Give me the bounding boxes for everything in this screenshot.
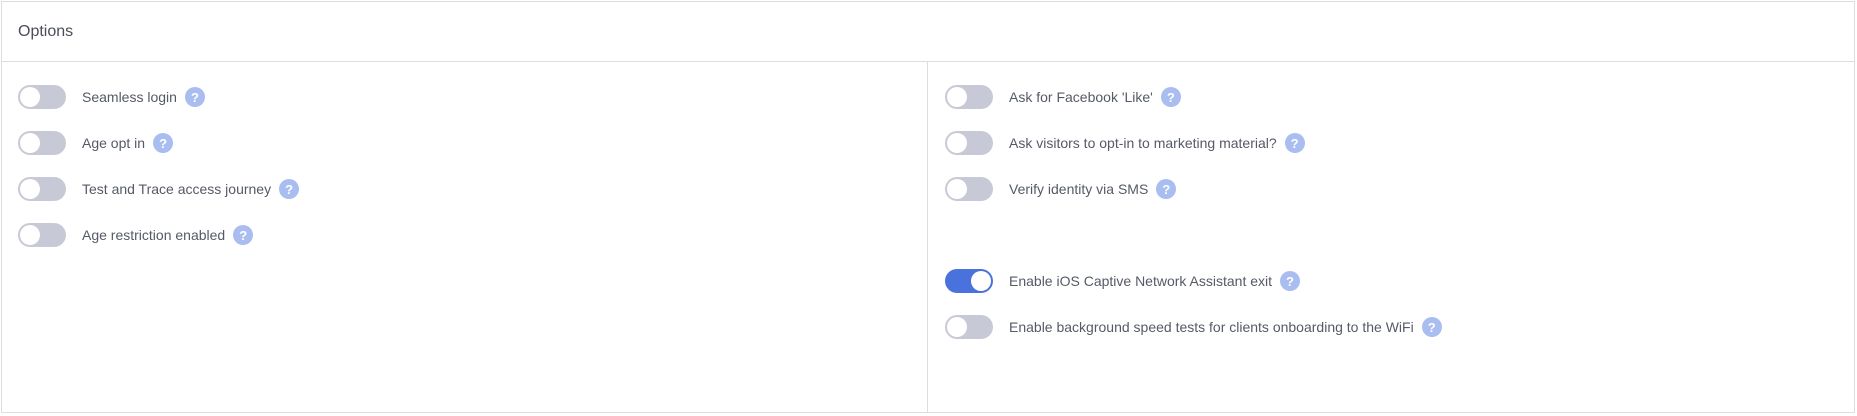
- option-facebook-like: Ask for Facebook 'Like' ?: [945, 74, 1854, 120]
- help-icon[interactable]: ?: [1156, 179, 1177, 199]
- speed-tests-toggle[interactable]: [945, 315, 993, 339]
- help-icon[interactable]: ?: [1284, 133, 1305, 153]
- speed-tests-label: Enable background speed tests for client…: [1009, 319, 1414, 335]
- ios-cna-exit-label: Enable iOS Captive Network Assistant exi…: [1009, 273, 1273, 289]
- help-icon[interactable]: ?: [1160, 87, 1181, 107]
- toggle-knob: [947, 133, 967, 153]
- option-marketing-opt-in: Ask visitors to opt-in to marketing mate…: [945, 120, 1854, 166]
- row-spacer: [945, 212, 1854, 258]
- help-icon[interactable]: ?: [1421, 317, 1442, 337]
- toggle-knob: [947, 317, 967, 337]
- option-speed-tests: Enable background speed tests for client…: [945, 304, 1854, 350]
- toggle-knob: [971, 271, 991, 291]
- option-age-opt-in: Age opt in ?: [18, 120, 927, 166]
- toggle-knob: [20, 133, 40, 153]
- panel-header: Options: [2, 2, 1854, 62]
- age-opt-in-label: Age opt in: [82, 135, 146, 151]
- test-and-trace-toggle[interactable]: [18, 177, 66, 201]
- toggle-knob: [20, 225, 40, 245]
- help-icon[interactable]: ?: [153, 133, 174, 153]
- marketing-opt-in-label: Ask visitors to opt-in to marketing mate…: [1009, 135, 1277, 151]
- seamless-login-toggle[interactable]: [18, 85, 66, 109]
- option-age-restriction: Age restriction enabled ?: [18, 212, 927, 258]
- help-icon[interactable]: ?: [233, 225, 254, 245]
- verify-sms-label: Verify identity via SMS: [1009, 181, 1149, 197]
- facebook-like-label: Ask for Facebook 'Like': [1009, 89, 1153, 105]
- age-opt-in-toggle[interactable]: [18, 131, 66, 155]
- toggle-knob: [947, 179, 967, 199]
- age-restriction-toggle[interactable]: [18, 223, 66, 247]
- help-icon[interactable]: ?: [1280, 271, 1301, 291]
- help-icon[interactable]: ?: [279, 179, 300, 199]
- toggle-knob: [20, 87, 40, 107]
- options-column-left: Seamless login ? Age opt in ? Test and T…: [2, 62, 928, 412]
- verify-sms-toggle[interactable]: [945, 177, 993, 201]
- facebook-like-toggle[interactable]: [945, 85, 993, 109]
- toggle-knob: [947, 87, 967, 107]
- option-test-and-trace: Test and Trace access journey ?: [18, 166, 927, 212]
- help-icon[interactable]: ?: [184, 87, 205, 107]
- panel-body: Seamless login ? Age opt in ? Test and T…: [2, 62, 1854, 412]
- test-and-trace-label: Test and Trace access journey: [82, 181, 272, 197]
- seamless-login-label: Seamless login: [82, 89, 177, 105]
- toggle-knob: [20, 179, 40, 199]
- marketing-opt-in-toggle[interactable]: [945, 131, 993, 155]
- options-panel: Options Seamless login ? Age opt in ? Te…: [1, 1, 1855, 413]
- option-verify-sms: Verify identity via SMS ?: [945, 166, 1854, 212]
- option-seamless-login: Seamless login ?: [18, 74, 927, 120]
- options-column-right: Ask for Facebook 'Like' ? Ask visitors t…: [928, 62, 1854, 412]
- panel-title: Options: [18, 22, 74, 40]
- age-restriction-label: Age restriction enabled: [82, 227, 226, 243]
- option-ios-cna-exit: Enable iOS Captive Network Assistant exi…: [945, 258, 1854, 304]
- ios-cna-exit-toggle[interactable]: [945, 269, 993, 293]
